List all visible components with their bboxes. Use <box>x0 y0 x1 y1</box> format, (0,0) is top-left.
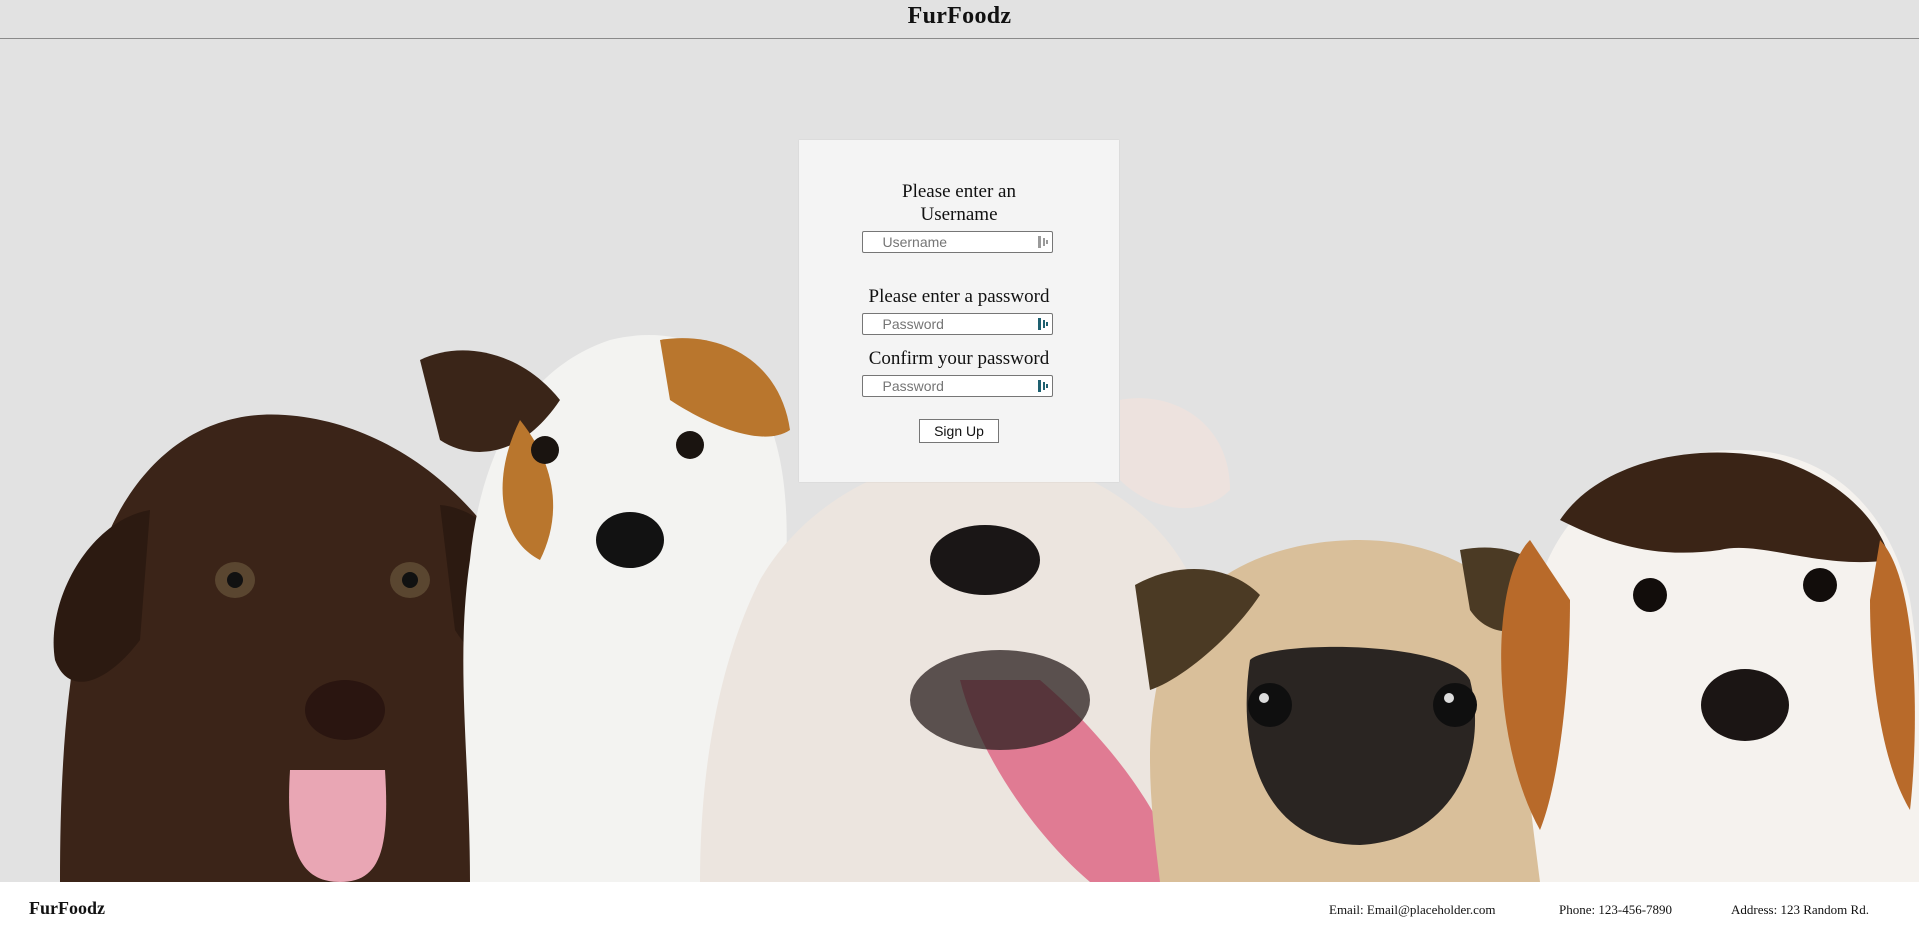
confirm-password-field[interactable] <box>862 375 1053 397</box>
site-footer: FurFoodz Email: Email@placeholder.com Ph… <box>0 882 1919 929</box>
password-manager-icon[interactable] <box>1038 235 1048 249</box>
confirm-password-input[interactable] <box>872 376 1043 396</box>
footer-brand: FurFoodz <box>29 898 105 918</box>
footer-phone: Phone: 123-456-7890 <box>1559 902 1673 917</box>
sign-up-button[interactable]: Sign Up <box>919 419 999 443</box>
signup-card: Please enter an Username Please enter a … <box>799 140 1119 482</box>
site-header: FurFoodz <box>0 0 1919 39</box>
pug-puppy <box>1135 540 1561 882</box>
site-title: FurFoodz <box>907 2 1012 29</box>
footer-email: Email: Email@placeholder.com <box>1329 902 1496 917</box>
password-manager-icon[interactable] <box>1038 317 1048 331</box>
footer-address: Address: 123 Random Rd. <box>1731 902 1869 917</box>
username-field[interactable] <box>862 231 1053 253</box>
username-input[interactable] <box>872 232 1043 252</box>
password-manager-icon[interactable] <box>1038 379 1048 393</box>
confirm-password-prompt: Confirm your password <box>868 348 1050 369</box>
password-input[interactable] <box>872 314 1043 334</box>
password-prompt: Please enter a password <box>868 286 1050 307</box>
password-field[interactable] <box>862 313 1053 335</box>
username-prompt: Please enter an Username <box>902 181 1016 225</box>
beagle-puppy <box>1501 450 1919 882</box>
